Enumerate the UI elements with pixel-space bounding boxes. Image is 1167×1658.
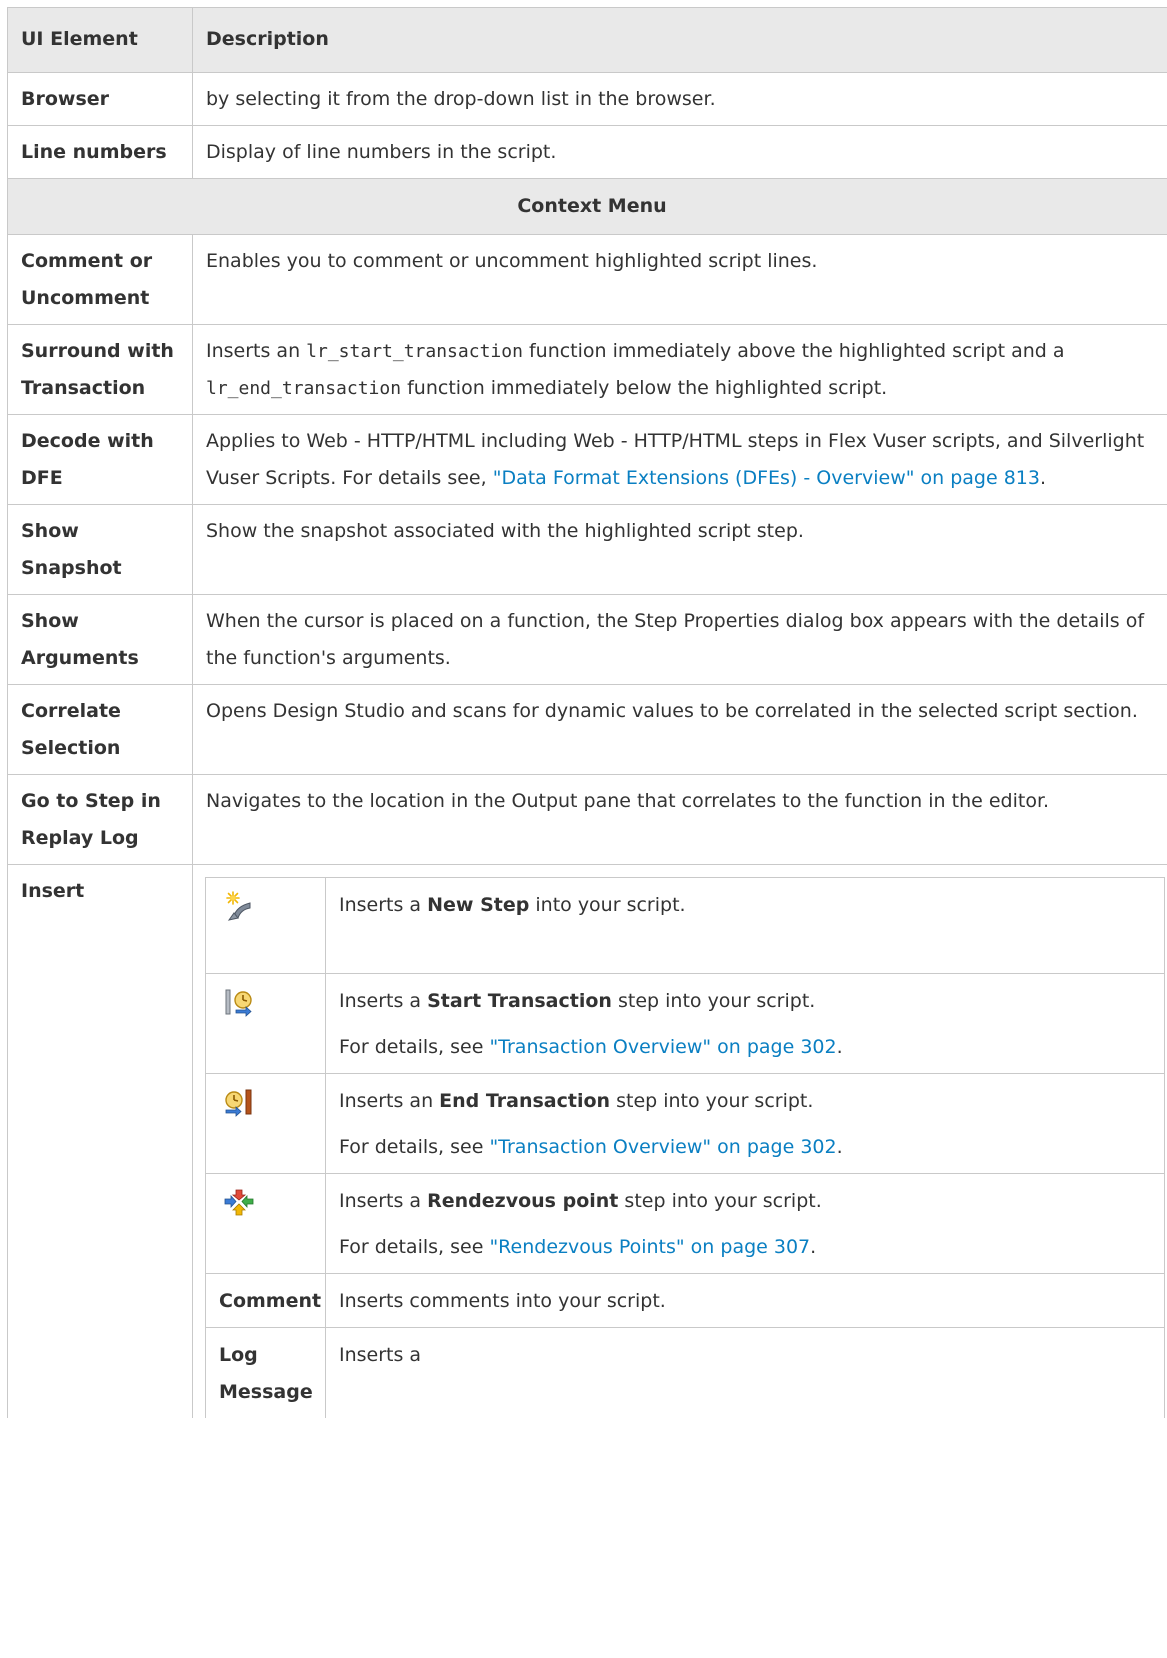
cross-reference-link[interactable]: "Data Format Extensions (DFEs) - Overvie… <box>493 467 1040 489</box>
step-type-label: Rendezvous point <box>427 1190 619 1212</box>
end-transaction-icon <box>224 1087 254 1130</box>
description-text: function immediately below the highlight… <box>401 377 888 399</box>
element-description: Inserts an lr_start_transaction function… <box>192 324 1167 415</box>
element-name: Browser <box>7 72 193 126</box>
code-function-name: lr_end_transaction <box>206 378 402 399</box>
table-row: Comment or Uncomment Enables you to comm… <box>7 234 1167 325</box>
element-name: Correlate Selection <box>7 684 193 775</box>
description-text: . <box>1039 467 1047 489</box>
element-description: Applies to Web - HTTP/HTML including Web… <box>192 414 1167 505</box>
step-type-label: Start Transaction <box>427 990 612 1012</box>
element-name: Go to Step in Replay Log <box>7 774 193 865</box>
ui-elements-table: UI Element Description Browser by select… <box>7 7 1167 1418</box>
insert-item-row: Log Message Inserts a <box>205 1327 1165 1418</box>
element-name: Line numbers <box>7 125 193 179</box>
start-transaction-icon <box>224 987 254 1030</box>
element-name: Surround with Transaction <box>7 324 193 415</box>
header-ui-element: UI Element <box>7 7 193 73</box>
description-text: Inserts a <box>339 1190 428 1212</box>
insert-item-name: Comment <box>205 1273 326 1328</box>
element-description: Enables you to comment or uncomment high… <box>192 234 1167 325</box>
element-description: When the cursor is placed on a function,… <box>192 594 1167 685</box>
element-name: Show Snapshot <box>7 504 193 595</box>
table-row: Line numbers Display of line numbers in … <box>7 125 1167 179</box>
element-description: Opens Design Studio and scans for dynami… <box>192 684 1167 775</box>
step-type-label: New Step <box>427 894 530 916</box>
description-text: . <box>836 1036 843 1058</box>
section-title: Context Menu <box>7 178 1167 235</box>
description-text: For details, see <box>339 1236 490 1258</box>
element-description: Show the snapshot associated with the hi… <box>192 504 1167 595</box>
description-text: into your script. <box>529 894 686 916</box>
element-description: Navigates to the location in the Output … <box>192 774 1167 865</box>
description-text: . <box>836 1136 843 1158</box>
insert-item-row: Inserts a Rendezvous point step into you… <box>205 1173 1165 1274</box>
new-step-icon <box>224 891 252 934</box>
header-description: Description <box>192 7 1167 73</box>
icon-cell <box>205 877 326 974</box>
insert-item-row: Inserts a New Step into your script. <box>205 877 1165 974</box>
rendezvous-icon <box>224 1187 254 1230</box>
step-type-label: End Transaction <box>439 1090 611 1112</box>
cross-reference-link[interactable]: "Rendezvous Points" on page 307 <box>489 1236 810 1258</box>
insert-item-name: Log Message <box>205 1327 326 1418</box>
element-name: Insert <box>7 864 193 1418</box>
description-text: For details, see <box>339 1136 490 1158</box>
table-row: Browser by selecting it from the drop-do… <box>7 72 1167 126</box>
insert-item-row: Comment Inserts comments into your scrip… <box>205 1273 1165 1328</box>
description-text: Inserts an <box>206 340 307 362</box>
description-text: function immediately above the highlight… <box>522 340 1065 362</box>
table-row: Decode with DFE Applies to Web - HTTP/HT… <box>7 414 1167 505</box>
table-row: Show Snapshot Show the snapshot associat… <box>7 504 1167 595</box>
element-name: Comment or Uncomment <box>7 234 193 325</box>
table-row: Show Arguments When the cursor is placed… <box>7 594 1167 685</box>
element-description: by selecting it from the drop-down list … <box>192 72 1167 126</box>
description-text: Inserts an <box>339 1090 440 1112</box>
description-text: Inserts a <box>339 894 428 916</box>
description-text: step into your script. <box>618 1190 822 1212</box>
description-text: step into your script. <box>610 1090 814 1112</box>
insert-item-description: Inserts a <box>325 1327 1165 1418</box>
section-header-row: Context Menu <box>7 178 1167 235</box>
description-text: Inserts a <box>339 990 428 1012</box>
icon-cell <box>205 1173 326 1274</box>
table-row: Insert Inserts a New Step into your scri… <box>7 864 1167 1418</box>
description-text: . <box>810 1236 817 1258</box>
table-row: Correlate Selection Opens Design Studio … <box>7 684 1167 775</box>
element-name: Decode with DFE <box>7 414 193 505</box>
insert-item-row: Inserts an End Transaction step into you… <box>205 1073 1165 1174</box>
insert-items-cell: Inserts a New Step into your script. Ins… <box>192 864 1167 1418</box>
cross-reference-link[interactable]: "Transaction Overview" on page 302 <box>489 1036 836 1058</box>
icon-cell <box>205 1073 326 1174</box>
cross-reference-link[interactable]: "Transaction Overview" on page 302 <box>489 1136 836 1158</box>
description-text: step into your script. <box>611 990 816 1012</box>
insert-item-description: Inserts comments into your script. <box>325 1273 1165 1328</box>
description-text: For details, see <box>339 1036 490 1058</box>
insert-item-description: Inserts a Start Transaction step into yo… <box>325 973 1165 1074</box>
code-function-name: lr_start_transaction <box>306 341 523 362</box>
insert-item-description: Inserts a New Step into your script. <box>325 877 1165 974</box>
insert-item-row: Inserts a Start Transaction step into yo… <box>205 973 1165 1074</box>
table-header-row: UI Element Description <box>7 7 1167 73</box>
insert-items-table: Inserts a New Step into your script. Ins… <box>205 877 1165 1418</box>
table-row: Go to Step in Replay Log Navigates to th… <box>7 774 1167 865</box>
element-name: Show Arguments <box>7 594 193 685</box>
element-description: Display of line numbers in the script. <box>192 125 1167 179</box>
insert-item-description: Inserts a Rendezvous point step into you… <box>325 1173 1165 1274</box>
insert-item-description: Inserts an End Transaction step into you… <box>325 1073 1165 1174</box>
table-row: Surround with Transaction Inserts an lr_… <box>7 324 1167 415</box>
icon-cell <box>205 973 326 1074</box>
